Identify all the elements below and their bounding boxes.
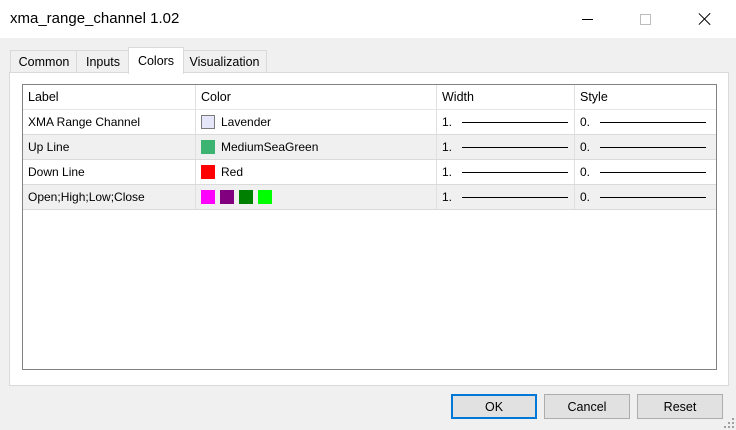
width-value: 1.	[442, 165, 453, 179]
width-cell[interactable]: 1.	[437, 160, 575, 184]
close-icon	[699, 13, 711, 25]
tab-inputs[interactable]: Inputs	[76, 50, 130, 73]
color-cell[interactable]: Red	[196, 160, 437, 184]
table-row[interactable]: XMA Range Channel Lavender 1. 0.	[23, 110, 716, 135]
style-cell[interactable]: 0.	[575, 135, 716, 159]
maximize-button[interactable]	[622, 0, 668, 38]
colors-panel: Label Color Width Style XMA Range Channe…	[9, 72, 729, 386]
window-title: xma_range_channel 1.02	[10, 10, 180, 27]
table-row[interactable]: Up Line MediumSeaGreen 1. 0.	[23, 135, 716, 160]
line-preview	[600, 146, 706, 148]
table-header: Label Color Width Style	[23, 85, 716, 110]
tab-colors[interactable]: Colors	[128, 47, 184, 74]
row-label: XMA Range Channel	[23, 110, 196, 134]
table-row[interactable]: Down Line Red 1. 0.	[23, 160, 716, 185]
width-cell[interactable]: 1.	[437, 185, 575, 209]
line-preview	[462, 196, 568, 198]
minimize-button[interactable]	[564, 0, 610, 38]
row-label: Up Line	[23, 135, 196, 159]
width-value: 1.	[442, 115, 453, 129]
width-value: 1.	[442, 190, 453, 204]
color-swatch	[201, 165, 215, 179]
column-header-style[interactable]: Style	[575, 85, 716, 109]
close-color-swatch[interactable]	[258, 190, 272, 204]
line-preview	[462, 171, 568, 173]
color-cell[interactable]: Lavender	[196, 110, 437, 134]
maximize-icon	[639, 13, 651, 25]
column-header-label[interactable]: Label	[23, 85, 196, 109]
line-preview	[462, 121, 568, 123]
width-cell[interactable]: 1.	[437, 110, 575, 134]
column-header-color[interactable]: Color	[196, 85, 437, 109]
column-header-width[interactable]: Width	[437, 85, 575, 109]
title-bar: xma_range_channel 1.02	[0, 0, 736, 38]
row-label: Down Line	[23, 160, 196, 184]
row-label: Open;High;Low;Close	[23, 185, 196, 209]
tab-visualization[interactable]: Visualization	[182, 50, 267, 73]
line-preview	[600, 171, 706, 173]
line-preview	[600, 196, 706, 198]
style-cell[interactable]: 0.	[575, 160, 716, 184]
style-cell[interactable]: 0.	[575, 185, 716, 209]
width-value: 1.	[442, 140, 453, 154]
color-name: Lavender	[221, 115, 272, 129]
cancel-button[interactable]: Cancel	[544, 394, 630, 419]
style-value: 0.	[580, 115, 591, 129]
color-swatch	[201, 115, 215, 129]
resize-grip-icon[interactable]	[724, 418, 734, 428]
style-value: 0.	[580, 165, 591, 179]
tab-common[interactable]: Common	[10, 50, 78, 73]
colors-table: Label Color Width Style XMA Range Channe…	[22, 84, 717, 370]
table-row[interactable]: Open;High;Low;Close 1. 0.	[23, 185, 716, 210]
style-cell[interactable]: 0.	[575, 110, 716, 134]
color-cell[interactable]: MediumSeaGreen	[196, 135, 437, 159]
style-value: 0.	[580, 140, 591, 154]
color-name: MediumSeaGreen	[221, 140, 319, 154]
high-color-swatch[interactable]	[220, 190, 234, 204]
line-preview	[600, 121, 706, 123]
ok-button[interactable]: OK	[451, 394, 537, 419]
color-swatch	[201, 140, 215, 154]
line-preview	[462, 146, 568, 148]
style-value: 0.	[580, 190, 591, 204]
low-color-swatch[interactable]	[239, 190, 253, 204]
open-color-swatch[interactable]	[201, 190, 215, 204]
minimize-icon	[581, 18, 593, 20]
reset-button[interactable]: Reset	[637, 394, 723, 419]
width-cell[interactable]: 1.	[437, 135, 575, 159]
close-button[interactable]	[682, 0, 728, 38]
color-name: Red	[221, 165, 244, 179]
color-cell[interactable]	[196, 185, 437, 209]
